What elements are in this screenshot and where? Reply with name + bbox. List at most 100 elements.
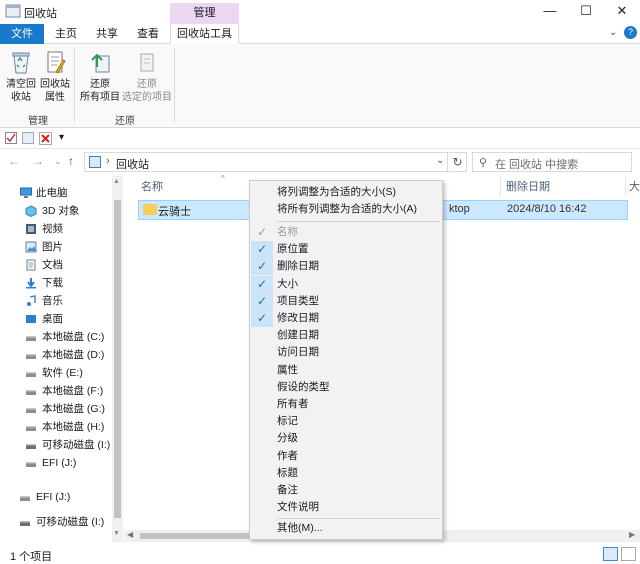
qat-dropdown[interactable]: ▾: [59, 132, 64, 143]
menu-item-column[interactable]: ✓ 删除日期: [250, 258, 442, 276]
navigation-pane: 此电脑 3D 对象 视频 图片 文档 下载 音乐 桌面 本地磁盘 (C:) 本地…: [0, 176, 124, 542]
tab-recycle-bin-tools[interactable]: 回收站工具: [170, 24, 239, 45]
sidebar-item-efi-j-root[interactable]: EFI (J:): [0, 488, 112, 506]
menu-item-column[interactable]: ✓ 原位置: [250, 241, 442, 259]
sidebar-item-pictures[interactable]: 图片: [0, 238, 112, 256]
menu-item-column[interactable]: 文件说明: [250, 499, 442, 516]
ribbon-collapse-icon[interactable]: ⌄: [609, 27, 617, 38]
ribbon-divider: [74, 48, 75, 122]
breadcrumb[interactable]: 回收站: [116, 156, 149, 172]
sidebar-item-videos[interactable]: 视频: [0, 220, 112, 238]
properties-qat-icon[interactable]: [5, 132, 17, 147]
column-header-name[interactable]: 名称: [141, 178, 163, 194]
menu-item-column[interactable]: ✓ 项目类型: [250, 292, 442, 310]
menu-item-size-column[interactable]: 将列调整为合适的大小(S): [250, 184, 442, 201]
menu-item-column[interactable]: 所有者: [250, 396, 442, 413]
column-header-size[interactable]: 大: [629, 178, 640, 194]
recycle-bin-properties-button[interactable]: 回收站 属性: [38, 48, 72, 104]
refresh-icon[interactable]: ↻: [449, 152, 467, 172]
sidebar-item-drive-h[interactable]: 本地磁盘 (H:): [0, 418, 112, 436]
sidebar-item-drive-c[interactable]: 本地磁盘 (C:): [0, 328, 112, 346]
menu-item-column[interactable]: 标题: [250, 465, 442, 482]
sidebar-item-label: 此电脑: [36, 187, 68, 199]
column-divider[interactable]: [500, 176, 501, 196]
menu-item-column[interactable]: 属性: [250, 362, 442, 379]
restore-all-icon: [91, 53, 110, 73]
menu-item-column[interactable]: 作者: [250, 448, 442, 465]
minimize-button[interactable]: —: [532, 0, 568, 24]
sidebar-item-music[interactable]: 音乐: [0, 292, 112, 310]
checkmark-icon: ✓: [251, 292, 273, 310]
menu-item-label: 作者: [277, 449, 298, 462]
menu-item-column[interactable]: ✓ 大小: [250, 275, 442, 293]
menu-item-more[interactable]: 其他(M)...: [250, 520, 442, 537]
tab-file[interactable]: 文件: [0, 24, 44, 44]
menu-item-size-all-columns[interactable]: 将所有列调整为合适的大小(A): [250, 201, 442, 218]
sidebar-item-desktop[interactable]: 桌面: [0, 310, 112, 328]
menu-item-column[interactable]: 访问日期: [250, 344, 442, 361]
sidebar-item-drive-f[interactable]: 本地磁盘 (F:): [0, 382, 112, 400]
tab-home[interactable]: 主页: [46, 24, 86, 44]
sidebar-item-label: 本地磁盘 (C:): [42, 331, 105, 343]
scrollbar-thumb[interactable]: [114, 200, 121, 518]
tab-view[interactable]: 查看: [128, 24, 168, 44]
menu-item-label: 大小: [277, 277, 298, 290]
menu-item-label: 标记: [277, 415, 298, 428]
address-dropdown-icon[interactable]: ⌄: [436, 155, 444, 166]
menu-item-column[interactable]: 假设的类型: [250, 379, 442, 396]
scroll-left-icon[interactable]: ◀: [127, 530, 133, 539]
menu-item-column[interactable]: 分级: [250, 430, 442, 447]
new-folder-qat-icon[interactable]: [22, 132, 34, 147]
menu-item-column[interactable]: 备注: [250, 482, 442, 499]
sidebar-item-3d-objects[interactable]: 3D 对象: [0, 202, 112, 220]
close-button[interactable]: ✕: [604, 0, 640, 24]
breadcrumb-separator-icon[interactable]: ›: [106, 155, 110, 167]
drive-icon: [26, 390, 36, 395]
restore-selected-button[interactable]: 还原 选定的项目: [122, 48, 172, 104]
large-icons-view-icon[interactable]: [621, 547, 636, 561]
video-icon: [26, 224, 36, 234]
help-icon[interactable]: ?: [624, 26, 637, 39]
tab-share[interactable]: 共享: [88, 24, 126, 44]
back-icon[interactable]: ←: [8, 154, 20, 168]
scroll-right-icon[interactable]: ▶: [629, 530, 635, 539]
group-restore-label: 还原: [115, 116, 135, 127]
properties-icon: [47, 51, 66, 74]
sidebar-item-documents[interactable]: 文档: [0, 256, 112, 274]
checkmark-icon: ✓: [251, 275, 273, 293]
navigation-scrollbar[interactable]: ▲ ▼: [112, 176, 123, 542]
restore-all-button[interactable]: 还原 所有项目: [78, 48, 122, 104]
sidebar-item-removable-i-root[interactable]: 可移动磁盘 (I:): [0, 513, 112, 531]
sidebar-item-drive-d[interactable]: 本地磁盘 (D:): [0, 346, 112, 364]
details-view-icon[interactable]: [603, 547, 618, 561]
menu-item-column[interactable]: ✓ 修改日期: [250, 310, 442, 327]
column-header-deleted-date[interactable]: 删除日期: [506, 178, 550, 194]
sidebar-item-drive-g[interactable]: 本地磁盘 (G:): [0, 400, 112, 418]
file-deleted-date: 2024/8/10 16:42: [507, 203, 587, 215]
title-bar: 回收站 管理 — ☐ ✕: [0, 0, 640, 24]
sort-indicator-icon: ^: [221, 174, 225, 183]
sidebar-item-label: 音乐: [42, 295, 63, 307]
maximize-button[interactable]: ☐: [568, 0, 604, 24]
empty-recycle-bin-button[interactable]: 清空回 收站: [4, 48, 38, 104]
address-bar[interactable]: › 回收站 ⌄: [84, 152, 448, 172]
window-title: 回收站: [24, 8, 57, 20]
sidebar-item-downloads[interactable]: 下载: [0, 274, 112, 292]
recent-dropdown-icon[interactable]: ⌄: [54, 156, 62, 167]
delete-qat-icon[interactable]: [39, 132, 52, 148]
search-input[interactable]: ⚲ 在 回收站 中搜索: [472, 152, 632, 172]
sidebar-item-drive-e[interactable]: 软件 (E:): [0, 364, 112, 382]
forward-icon[interactable]: →: [32, 154, 44, 168]
sidebar-item-efi-j[interactable]: EFI (J:): [0, 454, 112, 472]
scroll-down-icon[interactable]: ▼: [113, 530, 120, 537]
sidebar-item-label: EFI (J:): [36, 491, 71, 503]
checkmark-icon: ✓: [256, 225, 268, 239]
sidebar-item-removable-i[interactable]: 可移动磁盘 (I:): [0, 436, 112, 454]
sidebar-item-this-pc[interactable]: 此电脑: [0, 184, 112, 202]
up-icon[interactable]: ↑: [68, 154, 74, 168]
scroll-up-icon[interactable]: ▲: [113, 178, 120, 185]
menu-item-column[interactable]: 标记: [250, 413, 442, 430]
column-divider[interactable]: [625, 176, 626, 196]
menu-item-column[interactable]: 创建日期: [250, 327, 442, 344]
recycle-bin-location-icon: [89, 156, 101, 168]
